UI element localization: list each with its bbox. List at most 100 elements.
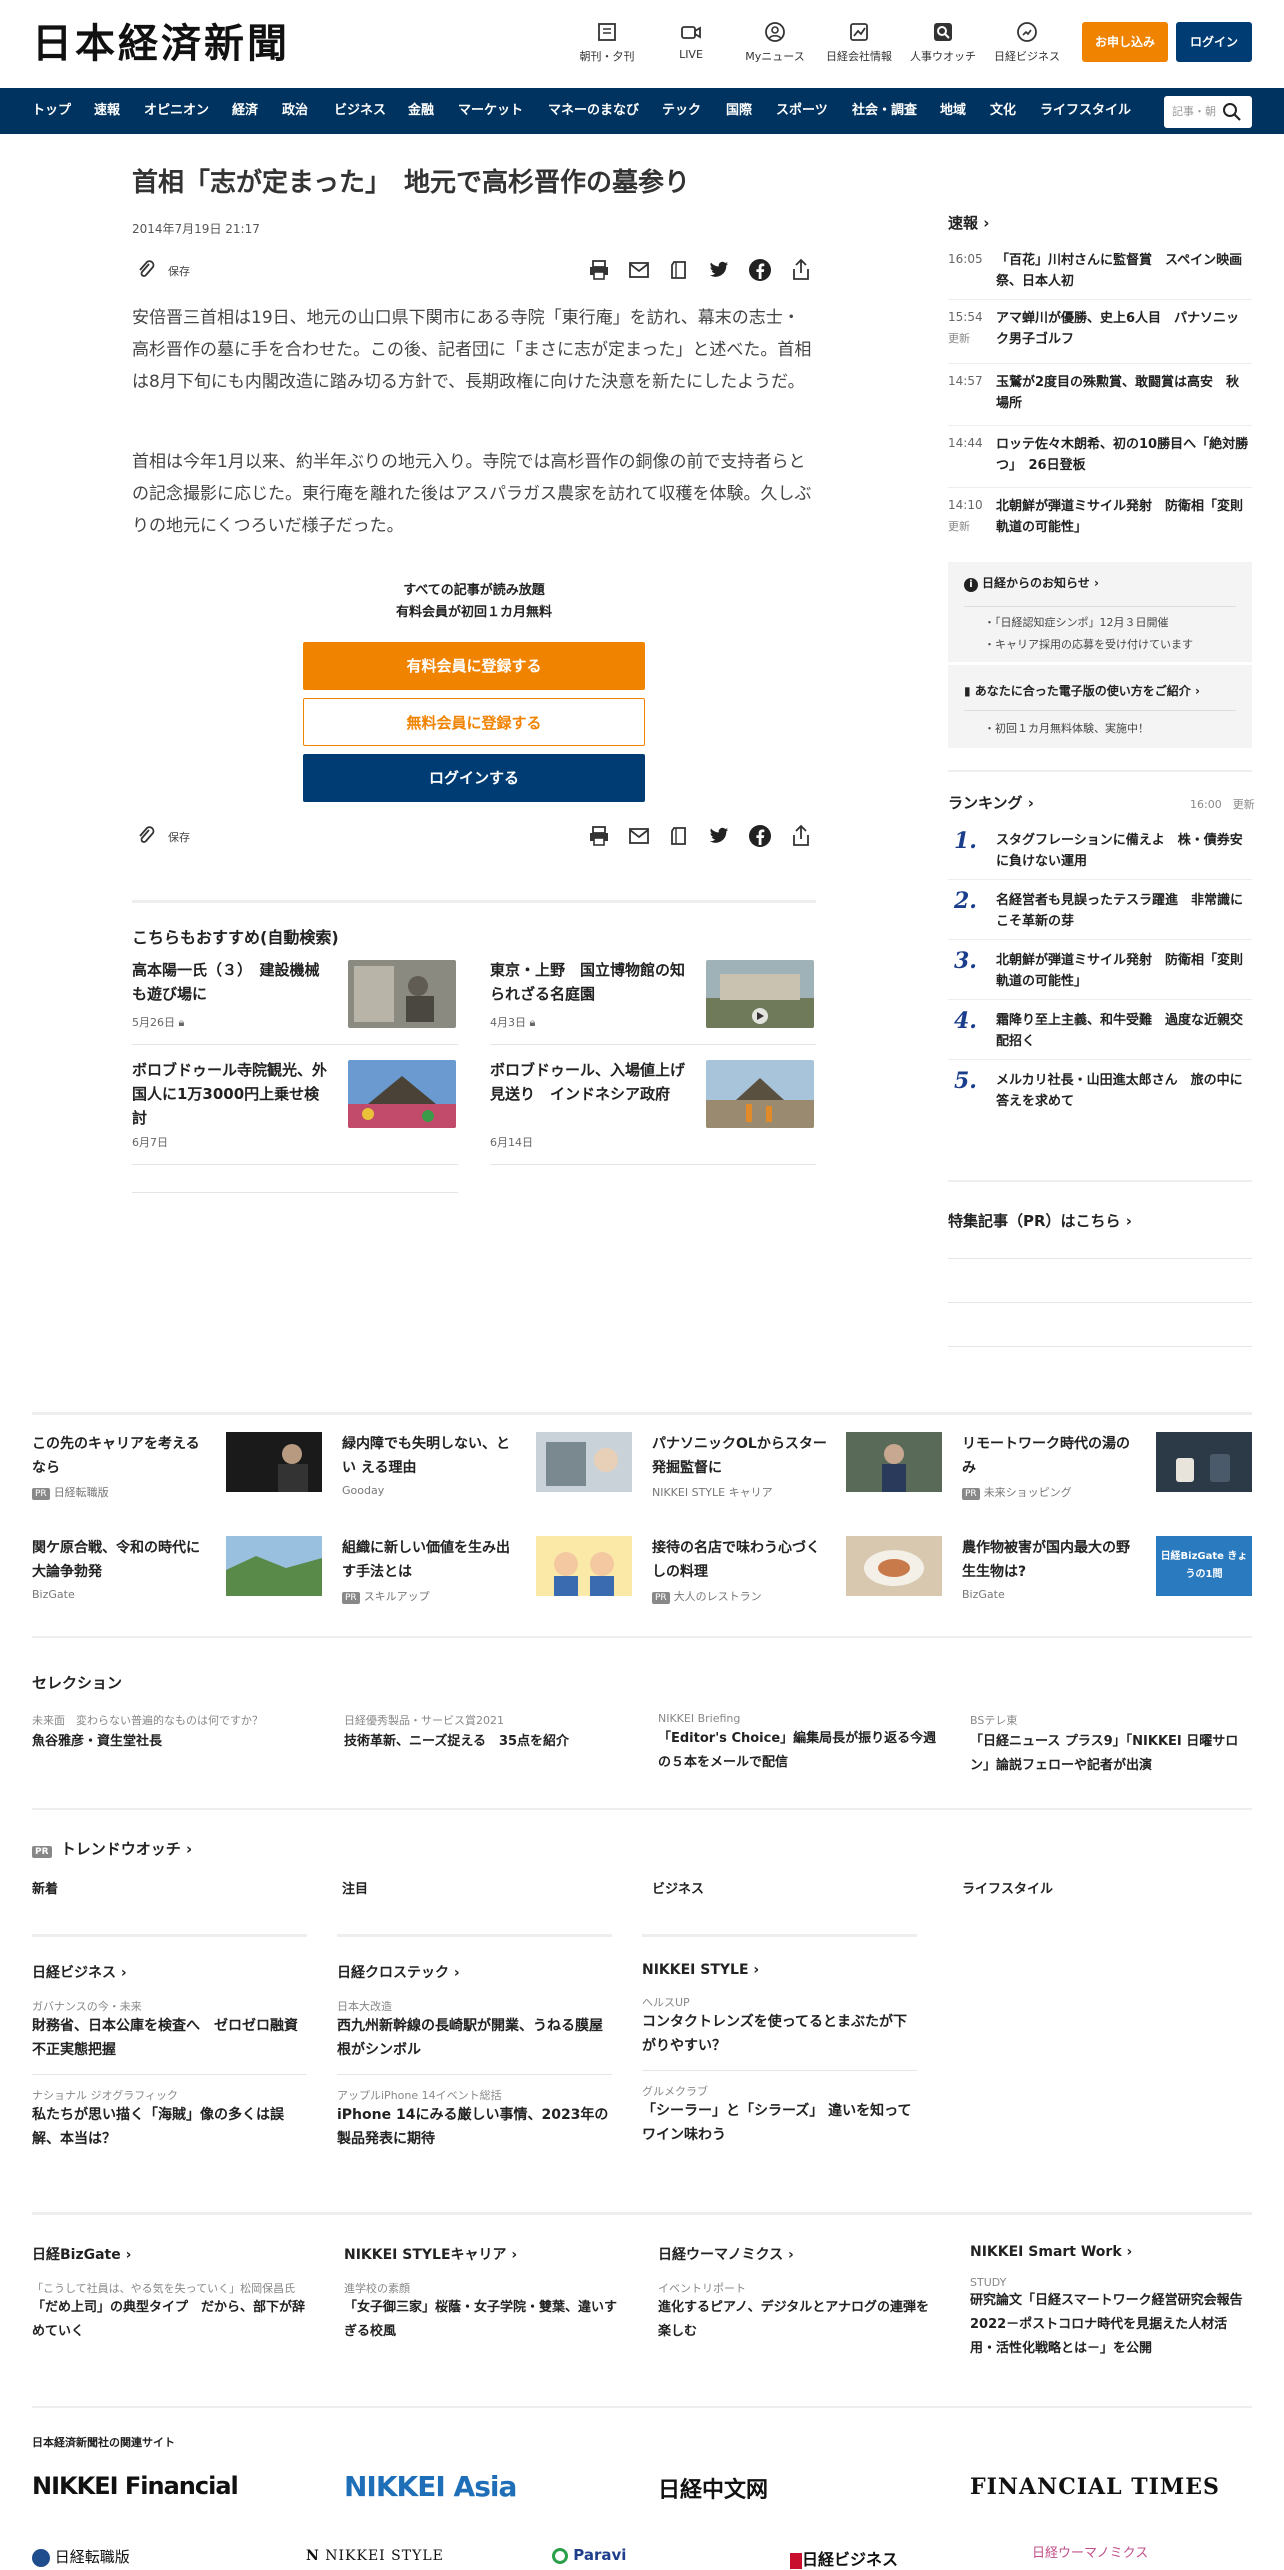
nav-item[interactable]: 国際 — [726, 88, 752, 134]
tokushu-heading[interactable]: 特集記事（PR）はこちら › — [948, 1210, 1132, 1231]
media-heading[interactable]: NIKKEI Smart Work › — [970, 2244, 1252, 2260]
media-heading[interactable]: NIKKEI STYLE › — [642, 1962, 917, 1978]
media-title[interactable]: 「だめ上司」の典型タイプ だから、部下が辞めていく — [32, 2296, 314, 2344]
jinji-watch-link[interactable]: 人事ウオッチ — [904, 20, 982, 64]
promo-item[interactable]: パナソニックOLからスター発掘監督に NIKKEI STYLE キャリア — [652, 1432, 942, 1502]
media-title[interactable]: 財務省、日本公庫を検査へ ゼロゼロ融資不正実態把握 — [32, 2014, 307, 2062]
nav-item[interactable]: テック — [662, 88, 701, 134]
selection-item[interactable]: 日経優秀製品・サービス賞2021 技術革新、ニーズ捉える 35点を紹介 — [344, 1712, 634, 1754]
ranking-item[interactable]: 5. メルカリ社長・山田進太郎さん 旅の中に答えを求めて — [948, 1068, 1252, 1120]
media-title[interactable]: 私たちが思い描く「海賊」像の多くは誤解、本当は？ — [32, 2103, 307, 2151]
print-icon[interactable] — [588, 825, 610, 847]
nav-item[interactable]: ライフスタイル — [1040, 88, 1131, 134]
recommend-item[interactable]: ボロブドゥール寺院観光、外国人に1万3000円上乗せ検討 6月7日 — [132, 1058, 458, 1158]
sokuho-item[interactable]: 14:44 ロッテ佐々木朗希、初の10勝目へ「絶対勝つ」 26日登板 — [948, 432, 1252, 488]
print-icon[interactable] — [588, 259, 610, 281]
recommend-item[interactable]: 東京・上野 国立博物館の知られざる名庭園 4月3日 🔒︎ — [490, 958, 816, 1046]
brand-logo-nikkei-womenomics[interactable]: 日経ウーマノミクス — [1032, 2542, 1148, 2561]
sokuho-item[interactable]: 15:54 更新 アマ蝉川が優勝、史上6人目 パナソニック男子ゴルフ — [948, 306, 1252, 364]
promo-item[interactable]: リモートワーク時代の湯のみ PR 未来ショッピング — [962, 1432, 1252, 1502]
trend-tab[interactable]: ビジネス — [652, 1878, 704, 1897]
share-icon[interactable] — [790, 824, 812, 848]
media-title[interactable]: 「シーラー」と「シラーズ」 違いを知ってワイン味わう — [642, 2099, 917, 2147]
save-label[interactable]: 保存 — [168, 829, 190, 845]
selection-item[interactable]: NIKKEI Briefing 「Editor's Choice」編集局長が振り返… — [658, 1712, 948, 1775]
sokuho-heading[interactable]: 速報 › — [948, 212, 989, 233]
nikkei-business-link[interactable]: 日経ビジネス — [988, 20, 1066, 64]
notice-heading-2[interactable]: ▮ あなたに合った電子版の使い方をご紹介 › — [964, 682, 1200, 699]
media-heading[interactable]: 日経ウーマノミクス › — [658, 2244, 940, 2264]
nav-item[interactable]: トップ — [32, 88, 71, 134]
brand-logo-paravi[interactable]: Paravi — [552, 2546, 626, 2564]
promo-item[interactable]: 関ケ原合戦、令和の時代に大論争勃発 BizGate — [32, 1536, 322, 1606]
nav-item[interactable]: オピニオン — [144, 88, 209, 134]
media-title[interactable]: 西九州新幹線の長崎駅が開業、うねる膜屋根がシンボル — [337, 2014, 612, 2062]
nav-item[interactable]: 経済 — [232, 88, 258, 134]
nav-item[interactable]: ビジネス — [334, 88, 386, 134]
nav-item[interactable]: 社会・調査 — [852, 88, 917, 134]
paywall-login-button[interactable]: ログインする — [303, 754, 645, 802]
promo-item[interactable]: 緑内障でも失明しない、とい える理由 Gooday — [342, 1432, 632, 1502]
apply-button[interactable]: お申し込み — [1082, 22, 1168, 62]
paid-register-button[interactable]: 有料会員に登録する — [303, 642, 645, 690]
nav-item[interactable]: 文化 — [990, 88, 1016, 134]
nav-item[interactable]: 政治 — [282, 88, 308, 134]
login-button[interactable]: ログイン — [1176, 22, 1252, 62]
sokuho-item[interactable]: 14:10 更新 北朝鮮が弾道ミサイル発射 防衛相「変則軌道の可能性」 — [948, 494, 1252, 550]
recommend-item[interactable]: ボロブドゥール、入場値上げ見送り インドネシア政府 6月14日 — [490, 1058, 816, 1158]
twitter-icon[interactable] — [708, 825, 730, 847]
brand-logo-nikkei-style[interactable]: N NIKKEI STYLE — [306, 2548, 444, 2564]
notice-item[interactable]: ・キャリア採用の応募を受け付けています — [984, 636, 1193, 652]
brand-logo-financial-times[interactable]: FINANCIAL TIMES — [970, 2474, 1220, 2500]
notice-item[interactable]: ・初回１カ月無料体験、実施中！ — [984, 720, 1149, 736]
brand-logo-nikkei-financial[interactable]: NIKKEI Financial — [32, 2472, 239, 2500]
save-label[interactable]: 保存 — [168, 263, 190, 279]
media-heading[interactable]: 日経クロステック › — [337, 1962, 612, 1982]
promo-item[interactable]: 接待の名店で味わう心づくしの料理 PR 大人のレストラン — [652, 1536, 942, 1606]
brand-logo-nikkei-career[interactable]: 日経転職版 — [32, 2546, 130, 2567]
recommend-item[interactable]: 高本陽一氏（３） 建設機械も遊び場に 5月26日 🔒︎ — [132, 958, 458, 1046]
promo-item[interactable]: 組織に新しい価値を生み出す手法とは PR スキルアップ — [342, 1536, 632, 1606]
media-title[interactable]: 進化するピアノ、デジタルとアナログの連弾を楽しむ — [658, 2296, 940, 2344]
facebook-icon[interactable] — [748, 258, 772, 282]
brand-logo-nikkei-business[interactable]: 日経ビジネス — [790, 2546, 898, 2570]
my-news-link[interactable]: Myニュース — [736, 20, 814, 64]
ranking-item[interactable]: 4. 霜降り至上主義、和牛受難 過度な近親交配招く — [948, 1008, 1252, 1060]
promo-item[interactable]: 農作物被害が国内最大の野生生物は? BizGate 日経BizGate きょうの… — [962, 1536, 1252, 1606]
mail-icon[interactable] — [628, 259, 650, 281]
site-logo[interactable]: 日本経済新聞 — [32, 22, 290, 66]
ranking-heading[interactable]: ランキング › — [948, 792, 1034, 813]
media-title[interactable]: コンタクトレンズを使ってるとまぶたが下がりやすい？ — [642, 2010, 917, 2058]
sokuho-item[interactable]: 16:05 「百花」川村さんに監督賞 スペイン映画祭、日本人初 — [948, 248, 1252, 300]
trend-tab[interactable]: 注目 — [342, 1878, 368, 1897]
selection-item[interactable]: BSテレ東 「日経ニュース プラス9」「NIKKEI 日曜サロン」論説フェローや記… — [970, 1712, 1252, 1778]
free-register-button[interactable]: 無料会員に登録する — [303, 698, 645, 746]
search-icon[interactable] — [1220, 100, 1244, 124]
facebook-icon[interactable] — [748, 824, 772, 848]
trend-tab[interactable]: ライフスタイル — [962, 1878, 1053, 1897]
ranking-item[interactable]: 2. 名経営者も見誤ったテスラ躍進 非常識にこそ革新の芽 — [948, 888, 1252, 940]
notice-item[interactable]: ・「日経認知症シンポ」12月３日開催 — [984, 614, 1169, 630]
nav-item[interactable]: 金融 — [408, 88, 434, 134]
brand-logo-nikkei-asia[interactable]: NIKKEI Asia — [344, 2470, 517, 2503]
twitter-icon[interactable] — [708, 259, 730, 281]
mail-icon[interactable] — [628, 825, 650, 847]
media-heading[interactable]: 日経BizGate › — [32, 2244, 314, 2264]
clip-icon[interactable] — [136, 259, 156, 281]
media-title[interactable]: 研究論文「日経スマートワーク経営研究会報告2022－ポストコロナ時代を見据えた人… — [970, 2289, 1252, 2361]
brand-logo-nikkei-chinese[interactable]: 日経中文网 — [658, 2472, 768, 2504]
nav-item[interactable]: 速報 — [94, 88, 120, 134]
media-title[interactable]: 「女子御三家」桜蔭・女子学院・雙葉、違いすぎる校風 — [344, 2296, 626, 2344]
share-icon[interactable] — [790, 258, 812, 282]
nav-item[interactable]: 地域 — [940, 88, 966, 134]
notice-heading[interactable]: i 日経からのお知らせ › — [964, 574, 1099, 592]
ranking-item[interactable]: 3. 北朝鮮が弾道ミサイル発射 防衛相「変則軌道の可能性」 — [948, 948, 1252, 1000]
sokuho-item[interactable]: 14:57 玉鷲が2度目の殊勲賞、敢闘賞は高安 秋場所 — [948, 370, 1252, 426]
morning-evening-edition-link[interactable]: 朝刊・夕刊 — [568, 20, 646, 64]
clip-icon[interactable] — [136, 825, 156, 847]
memo-icon[interactable] — [668, 825, 690, 847]
nav-item[interactable]: マーケット — [458, 88, 523, 134]
memo-icon[interactable] — [668, 259, 690, 281]
media-heading[interactable]: NIKKEI STYLEキャリア › — [344, 2244, 626, 2264]
trend-heading[interactable]: PR トレンドウオッチ › — [32, 1838, 192, 1859]
